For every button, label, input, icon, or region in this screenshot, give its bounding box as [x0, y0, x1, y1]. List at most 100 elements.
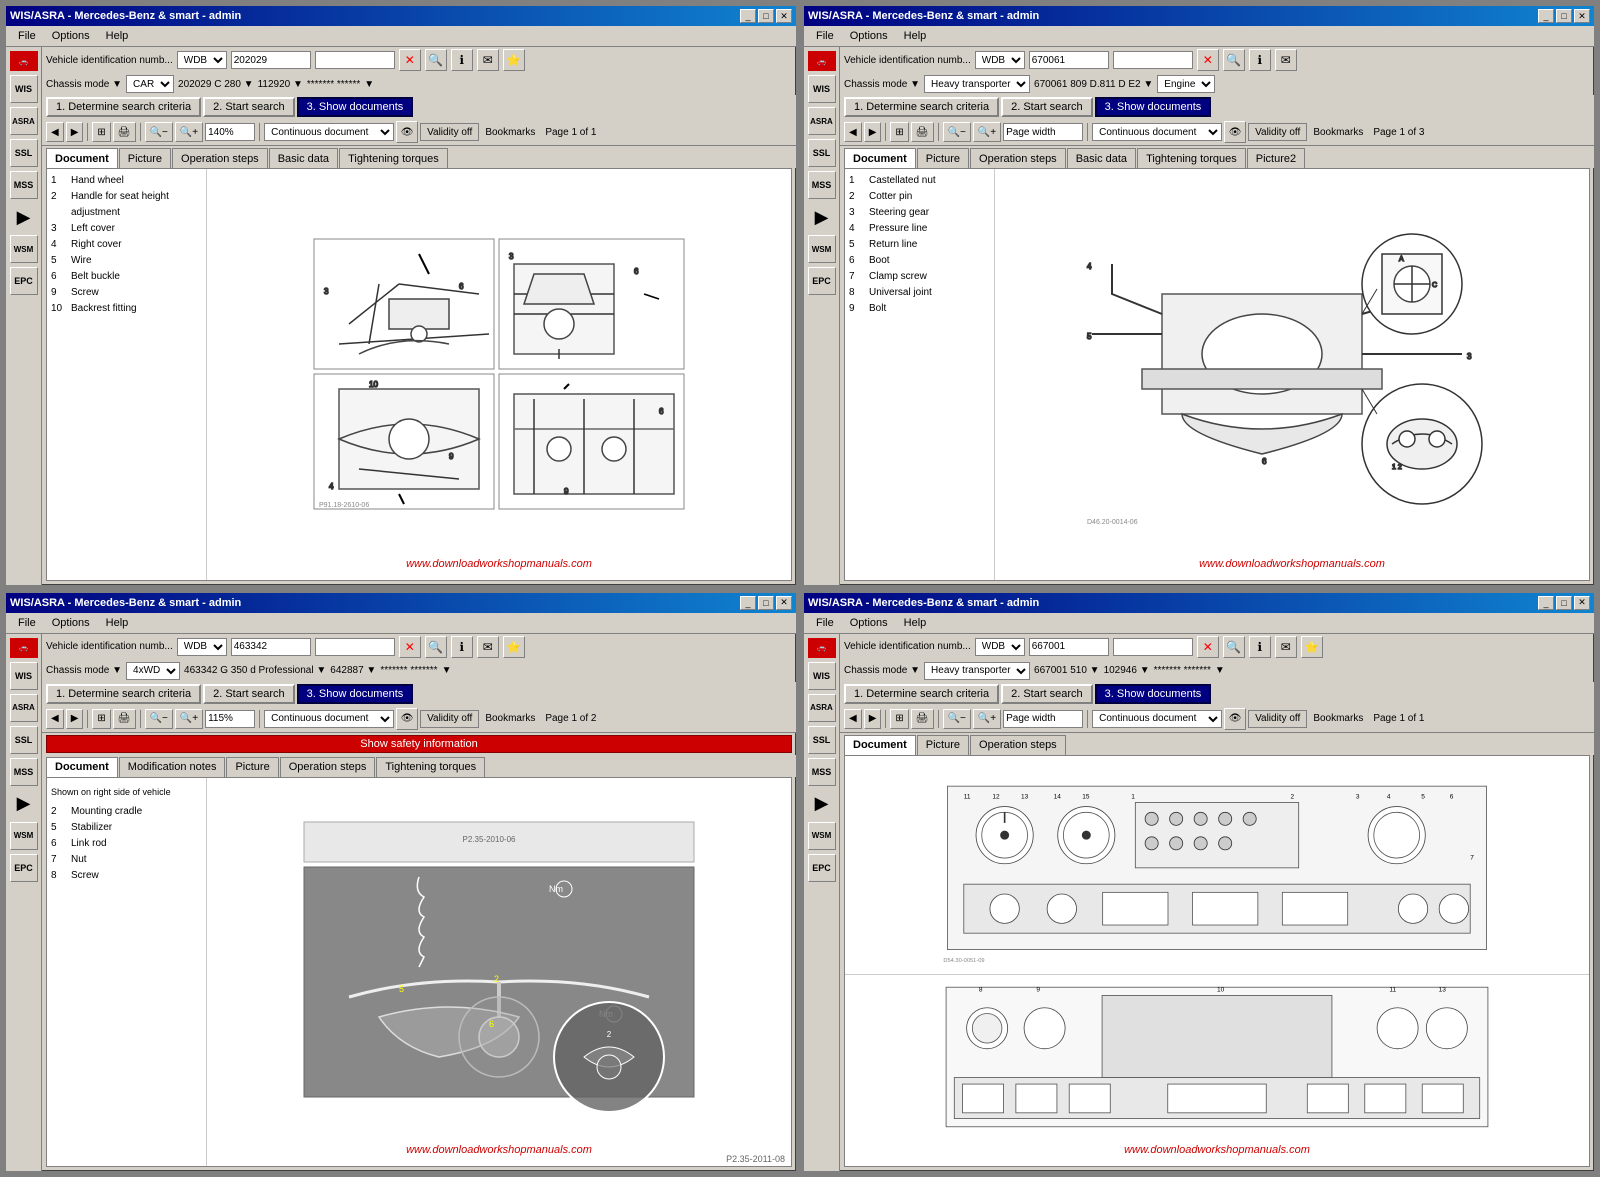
zoom-input-4[interactable]	[1003, 710, 1083, 728]
extra-input-4[interactable]	[1113, 638, 1193, 656]
sidebar-wis-4[interactable]: WIS	[808, 662, 836, 690]
print-btn-3[interactable]: ✉	[477, 636, 499, 658]
menu-options-1[interactable]: Options	[44, 28, 98, 44]
tab-modnotes-3[interactable]: Modification notes	[119, 757, 226, 777]
tab-tightening-3[interactable]: Tightening torques	[376, 757, 485, 777]
minimize-btn-1[interactable]: _	[740, 9, 756, 23]
sidebar-wsm-2[interactable]: WSM	[808, 235, 836, 263]
id-number-input-2[interactable]	[1029, 51, 1109, 69]
sidebar-ssl-4[interactable]: SSL	[808, 726, 836, 754]
menu-options-2[interactable]: Options	[842, 28, 896, 44]
tab-picture2-2[interactable]: Picture2	[1247, 148, 1305, 168]
menu-help-3[interactable]: Help	[98, 615, 137, 631]
nav-home-4[interactable]: ⊞	[890, 709, 908, 729]
sidebar-epc-3[interactable]: EPC	[10, 854, 38, 882]
menu-file-4[interactable]: File	[808, 615, 842, 631]
sidebar-epc-4[interactable]: EPC	[808, 854, 836, 882]
zoom-in-3[interactable]: 🔍+	[175, 709, 203, 729]
id-number-input-4[interactable]	[1029, 638, 1109, 656]
tab-picture-2[interactable]: Picture	[917, 148, 969, 168]
menu-file-3[interactable]: File	[10, 615, 44, 631]
nav-back-2[interactable]: ◀	[844, 122, 862, 142]
zoom-in-2[interactable]: 🔍+	[973, 122, 1001, 142]
zoom-out-4[interactable]: 🔍−	[943, 709, 971, 729]
step2-btn-3[interactable]: 2. Start search	[203, 684, 295, 704]
chassis-mode-2[interactable]: Heavy transporter	[924, 75, 1030, 93]
bookmark-btn-4[interactable]: ⭐	[1301, 636, 1323, 658]
info-btn-2[interactable]: ℹ	[1249, 49, 1271, 71]
clear-btn-2[interactable]: ✕	[1197, 49, 1219, 71]
menu-options-3[interactable]: Options	[44, 615, 98, 631]
print-btn-2[interactable]: ✉	[1275, 49, 1297, 71]
sidebar-mss-3[interactable]: MSS	[10, 758, 38, 786]
validity-btn-2[interactable]: Validity off	[1248, 123, 1307, 141]
nav-back-1[interactable]: ◀	[46, 122, 64, 142]
tab-tightening-1[interactable]: Tightening torques	[339, 148, 448, 168]
tab-opsteps-1[interactable]: Operation steps	[172, 148, 268, 168]
nav-print-1[interactable]: 🖨	[113, 122, 136, 142]
safety-info-btn-3[interactable]: Show safety information	[46, 735, 792, 753]
eye-btn-1[interactable]: 👁	[396, 121, 418, 143]
menu-options-4[interactable]: Options	[842, 615, 896, 631]
nav-print-4[interactable]: 🖨	[911, 709, 934, 729]
close-btn-3[interactable]: ✕	[776, 596, 792, 610]
sidebar-asra-3[interactable]: ASRA	[10, 694, 38, 722]
sidebar-ssl-1[interactable]: SSL	[10, 139, 38, 167]
clear-btn-1[interactable]: ✕	[399, 49, 421, 71]
step3-btn-1[interactable]: 3. Show documents	[297, 97, 414, 117]
menu-help-1[interactable]: Help	[98, 28, 137, 44]
minimize-btn-3[interactable]: _	[740, 596, 756, 610]
step1-btn-3[interactable]: 1. Determine search criteria	[46, 684, 201, 704]
sidebar-asra-4[interactable]: ASRA	[808, 694, 836, 722]
tab-opsteps-3[interactable]: Operation steps	[280, 757, 376, 777]
sidebar-epc-1[interactable]: EPC	[10, 267, 38, 295]
menu-help-2[interactable]: Help	[896, 28, 935, 44]
sidebar-wis-2[interactable]: WIS	[808, 75, 836, 103]
sidebar-play-2[interactable]: ▶	[808, 203, 836, 231]
sidebar-mss-4[interactable]: MSS	[808, 758, 836, 786]
sidebar-play-4[interactable]: ▶	[808, 790, 836, 818]
tab-document-1[interactable]: Document	[46, 148, 118, 168]
extra-input-3[interactable]	[315, 638, 395, 656]
step1-btn-1[interactable]: 1. Determine search criteria	[46, 97, 201, 117]
bookmark-btn-1[interactable]: ⭐	[503, 49, 525, 71]
sidebar-wsm-3[interactable]: WSM	[10, 822, 38, 850]
eye-btn-4[interactable]: 👁	[1224, 708, 1246, 730]
step1-btn-2[interactable]: 1. Determine search criteria	[844, 97, 999, 117]
step2-btn-4[interactable]: 2. Start search	[1001, 684, 1093, 704]
step3-btn-2[interactable]: 3. Show documents	[1095, 97, 1212, 117]
tab-tightening-2[interactable]: Tightening torques	[1137, 148, 1246, 168]
sidebar-mss-1[interactable]: MSS	[10, 171, 38, 199]
nav-back-3[interactable]: ◀	[46, 709, 64, 729]
sidebar-wsm-1[interactable]: ▶	[10, 203, 38, 231]
menu-file-1[interactable]: File	[10, 28, 44, 44]
close-btn-4[interactable]: ✕	[1574, 596, 1590, 610]
tab-basicdata-1[interactable]: Basic data	[269, 148, 338, 168]
info-btn-3[interactable]: ℹ	[451, 636, 473, 658]
sidebar-wis-1[interactable]: WIS	[10, 75, 38, 103]
menu-file-2[interactable]: File	[808, 28, 842, 44]
nav-print-3[interactable]: 🖨	[113, 709, 136, 729]
sidebar-asra-2[interactable]: ASRA	[808, 107, 836, 135]
tab-opsteps-4[interactable]: Operation steps	[970, 735, 1066, 755]
bookmark-btn-3[interactable]: ⭐	[503, 636, 525, 658]
chassis-mode-4[interactable]: Heavy transporter	[924, 662, 1030, 680]
chassis-mode-3[interactable]: 4xWD	[126, 662, 180, 680]
validity-btn-4[interactable]: Validity off	[1248, 710, 1307, 728]
search-btn-3[interactable]: 🔍	[425, 636, 447, 658]
zoom-out-3[interactable]: 🔍−	[145, 709, 173, 729]
maximize-btn-1[interactable]: □	[758, 9, 774, 23]
print-btn-1[interactable]: ✉	[477, 49, 499, 71]
step3-btn-3[interactable]: 3. Show documents	[297, 684, 414, 704]
minimize-btn-2[interactable]: _	[1538, 9, 1554, 23]
close-btn-2[interactable]: ✕	[1574, 9, 1590, 23]
zoom-input-2[interactable]	[1003, 123, 1083, 141]
maximize-btn-2[interactable]: □	[1556, 9, 1572, 23]
step2-btn-1[interactable]: 2. Start search	[203, 97, 295, 117]
extra-input-2[interactable]	[1113, 51, 1193, 69]
engine-select-2[interactable]: Engine	[1157, 75, 1215, 93]
tab-picture-1[interactable]: Picture	[119, 148, 171, 168]
nav-home-1[interactable]: ⊞	[92, 122, 110, 142]
search-btn-4[interactable]: 🔍	[1223, 636, 1245, 658]
zoom-in-1[interactable]: 🔍+	[175, 122, 203, 142]
